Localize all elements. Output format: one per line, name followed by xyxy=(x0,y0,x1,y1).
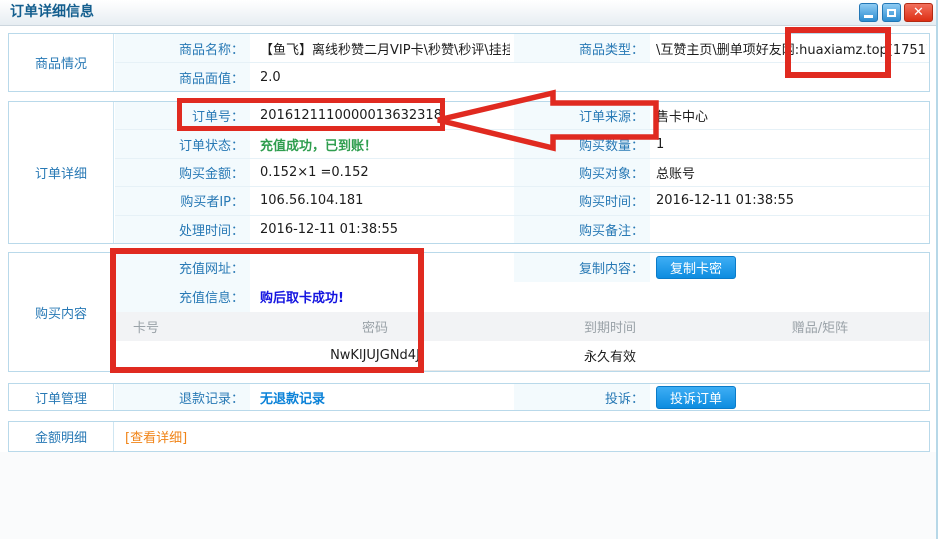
section-manage-label: 订单管理 xyxy=(9,384,114,410)
buy-time-label: 购买时间： xyxy=(514,187,650,214)
expire-time-value: 永久有效 xyxy=(535,341,685,370)
maximize-button[interactable] xyxy=(882,3,901,22)
close-icon: ✕ xyxy=(913,5,924,20)
product-name-value: 【鱼飞】离线秒赞二月VIP卡\秒赞\秒评\挂挂 xyxy=(250,39,510,58)
password-value: NwKlJUJGNd4J xyxy=(315,341,435,370)
order-number-label: 订单号： xyxy=(115,102,250,129)
buy-amount-value: 0.152×1 =0.152 xyxy=(250,165,369,180)
titlebar: 订单详细信息 ✕ xyxy=(0,0,938,26)
section-amount: 金额明细 [查看详细] xyxy=(8,421,930,452)
order-source-value: 售卡中心 xyxy=(656,102,927,129)
order-row: 订单号： 2016121110000013632318 订单来源： 售卡中心 xyxy=(115,102,929,130)
complain-order-button[interactable]: 投诉订单 xyxy=(656,386,736,409)
section-content: 购买内容 充值网址： 复制内容： 复制卡密 充值信息： 购后取卡成功! 卡号 密… xyxy=(8,252,930,372)
buy-time-value: 2016-12-11 01:38:55 xyxy=(656,187,927,214)
order-source-label: 订单来源： xyxy=(514,102,650,129)
copy-card-button[interactable]: 复制卡密 xyxy=(656,256,736,279)
complaint-label: 投诉： xyxy=(514,384,650,410)
refund-record-label: 退款记录： xyxy=(115,384,250,410)
order-row: 购买金额： 0.152×1 =0.152 购买对象： 总账号 xyxy=(115,159,929,187)
buy-target-value: 总账号 xyxy=(656,159,927,186)
section-product-label: 商品情况 xyxy=(9,34,114,91)
view-detail-link[interactable]: [查看详细] xyxy=(115,427,187,446)
gift-matrix-header: 赠品/矩阵 xyxy=(745,312,895,341)
maximize-icon xyxy=(887,9,896,17)
recharge-info-label: 充值信息： xyxy=(115,282,250,311)
card-table-row: NwKlJUJGNd4J 永久有效 xyxy=(115,341,929,371)
copy-content-label: 复制内容： xyxy=(514,253,650,282)
product-name-label: 商品名称： xyxy=(115,34,250,62)
buy-amount-label: 购买金额： xyxy=(115,159,250,186)
card-number-value xyxy=(133,341,213,370)
card-table-header: 卡号 密码 到期时间 赠品/矩阵 xyxy=(115,312,929,341)
minimize-icon xyxy=(864,15,873,18)
page-title: 订单详细信息 xyxy=(10,0,94,25)
order-row: 购买者IP： 106.56.104.181 购买时间： 2016-12-11 0… xyxy=(115,187,929,215)
section-manage: 订单管理 退款记录： 无退款记录 投诉： 投诉订单 xyxy=(8,383,930,411)
buy-target-label: 购买对象： xyxy=(514,159,650,186)
product-type-label: 商品类型： xyxy=(514,34,650,62)
card-number-header: 卡号 xyxy=(133,312,213,341)
section-product: 商品情况 商品名称： 【鱼飞】离线秒赞二月VIP卡\秒赞\秒评\挂挂 商品类型：… xyxy=(8,33,930,92)
buy-quantity-label: 购买数量： xyxy=(514,130,650,157)
order-row: 处理时间： 2016-12-11 01:38:55 购买备注： xyxy=(115,216,929,243)
order-status-label: 订单状态： xyxy=(115,130,250,157)
buyer-ip-label: 购买者IP： xyxy=(115,187,250,214)
buy-quantity-value: 1 xyxy=(656,130,927,157)
section-order: 订单详细 订单号： 2016121110000013632318 订单来源： 售… xyxy=(8,101,930,244)
minimize-button[interactable] xyxy=(859,3,878,22)
recharge-url-label: 充值网址： xyxy=(115,253,250,282)
order-row: 订单状态： 充值成功，已到账！ 购买数量： 1 xyxy=(115,130,929,158)
process-time-label: 处理时间： xyxy=(115,216,250,243)
recharge-info-value: 购后取卡成功! xyxy=(250,287,344,306)
section-content-label: 购买内容 xyxy=(9,253,114,371)
buyer-ip-value: 106.56.104.181 xyxy=(250,193,363,208)
close-button[interactable]: ✕ xyxy=(904,3,933,22)
buy-remark-value xyxy=(656,216,927,243)
section-order-label: 订单详细 xyxy=(9,102,114,243)
password-header: 密码 xyxy=(315,312,435,341)
buy-remark-label: 购买备注： xyxy=(514,216,650,243)
product-face-label: 商品面值： xyxy=(115,63,250,91)
page-background xyxy=(0,452,938,539)
order-detail-window: 订单详细信息 ✕ 商品情况 商品名称： 【鱼飞】离线秒赞二月VIP卡\秒赞\秒评… xyxy=(0,0,938,539)
expire-time-header: 到期时间 xyxy=(535,312,685,341)
order-number-value: 2016121110000013632318 xyxy=(250,108,442,123)
product-face-value: 2.0 xyxy=(250,70,281,85)
gift-matrix-value xyxy=(745,341,895,370)
product-type-value: \互赞主页\删单项好友网:huaxiamz.top(17517 xyxy=(656,34,927,62)
section-amount-label: 金额明细 xyxy=(9,422,114,451)
process-time-value: 2016-12-11 01:38:55 xyxy=(250,222,398,237)
order-status-value: 充值成功，已到账！ xyxy=(250,135,377,154)
refund-record-value: 无退款记录 xyxy=(250,388,325,407)
